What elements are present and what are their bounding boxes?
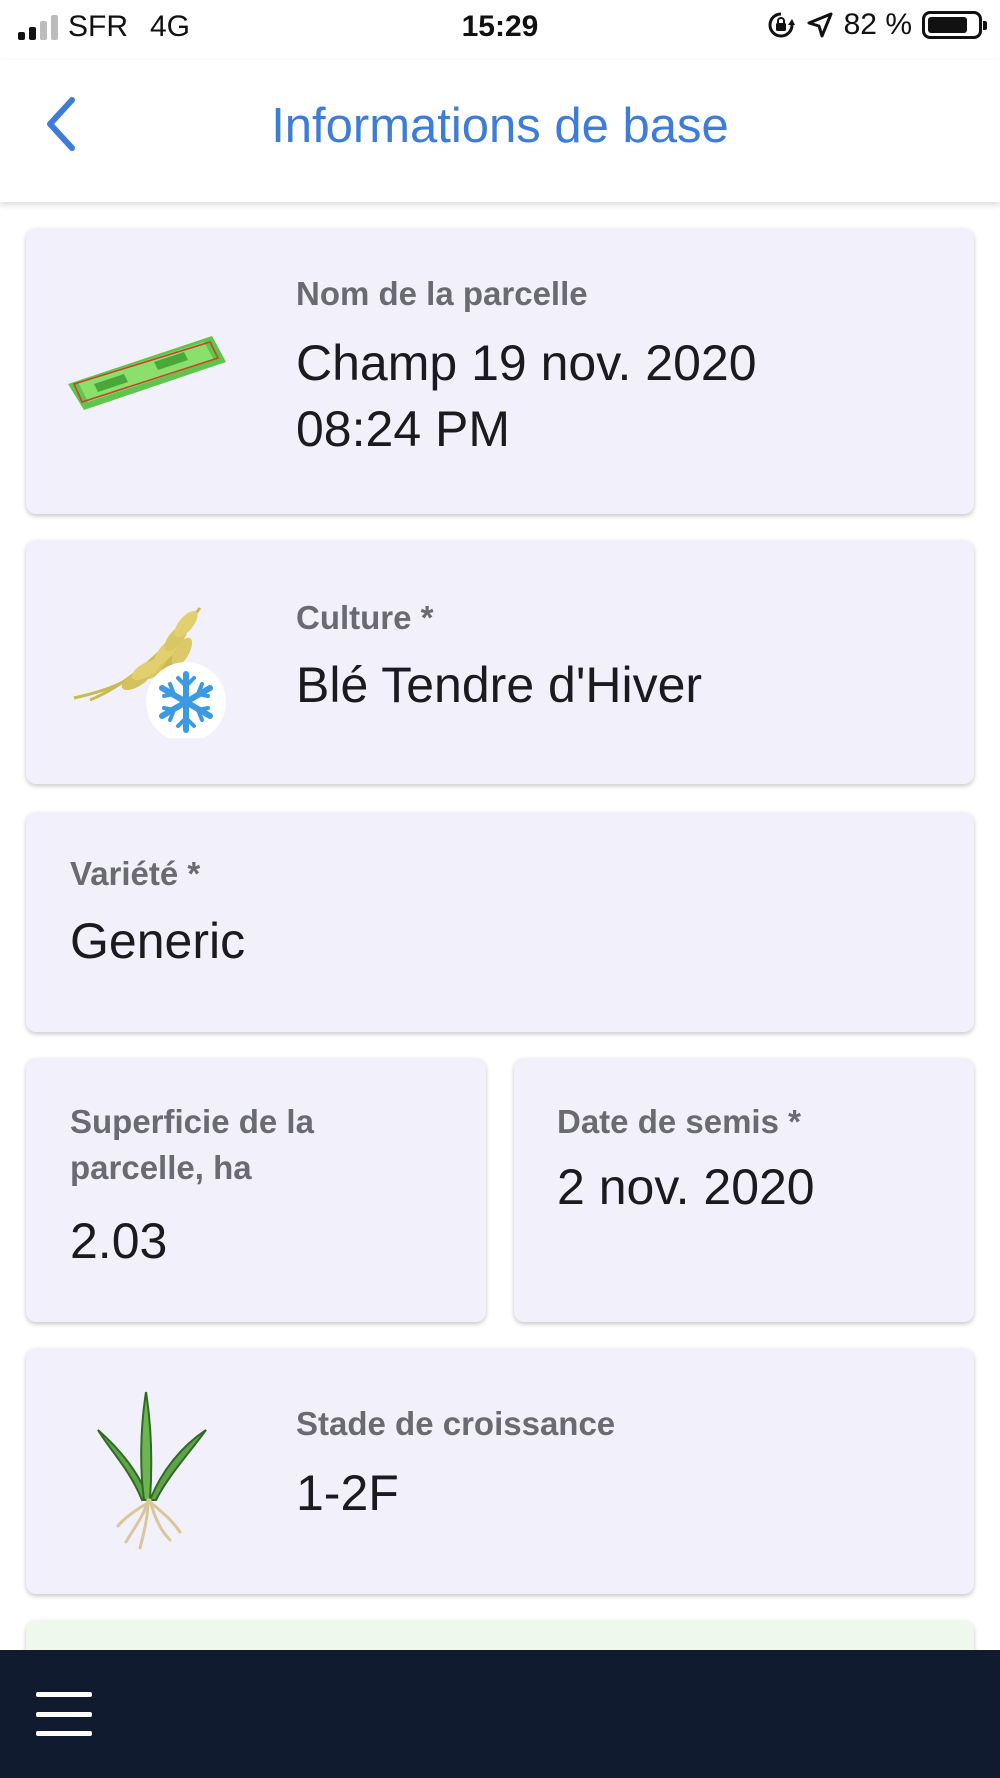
seedling-icon — [97, 1391, 207, 1550]
header: Informations de base — [0, 60, 1000, 202]
area-label-line1: Superficie de la — [70, 1103, 314, 1140]
variety-card[interactable]: Variété * Generic — [26, 812, 974, 1032]
hamburger-menu-icon[interactable] — [36, 1692, 92, 1736]
battery-icon — [922, 11, 987, 39]
parcel-name-value-line1: Champ 19 nov. 2020 — [296, 335, 757, 391]
battery-percent: 82 % — [843, 8, 912, 41]
bottom-bar — [0, 1650, 1000, 1778]
variety-value: Generic — [70, 913, 246, 969]
page-title: Informations de base — [271, 99, 729, 153]
crop-value: Blé Tendre d'Hiver — [296, 657, 703, 713]
sowing-date-label: Date de semis * — [557, 1103, 801, 1140]
content: Nom de la parcelle Champ 19 nov. 2020 08… — [0, 202, 1000, 1650]
sowing-date-value: 2 nov. 2020 — [557, 1159, 815, 1215]
sowing-date-card[interactable]: Date de semis * 2 nov. 2020 — [514, 1058, 974, 1322]
orientation-lock-icon — [768, 12, 795, 38]
next-card-partial[interactable] — [26, 1620, 974, 1650]
field-map-icon — [68, 336, 226, 410]
crop-label: Culture * — [296, 599, 434, 636]
growth-stage-label: Stade de croissance — [296, 1405, 616, 1442]
status-bar: SFR 4G 15:29 82 % — [0, 0, 1000, 56]
area-card[interactable]: Superficie de la parcelle, ha 2.03 — [26, 1058, 486, 1322]
growth-stage-value: 1-2F — [296, 1465, 399, 1521]
location-arrow-icon — [807, 12, 833, 38]
growth-stage-card[interactable]: Stade de croissance 1-2F — [26, 1348, 974, 1594]
crop-card[interactable]: Culture * Blé Tendre d'Hiver — [26, 540, 974, 784]
parcel-name-label: Nom de la parcelle — [296, 275, 588, 312]
area-label-line2: parcelle, ha — [70, 1149, 252, 1186]
parcel-name-value-line2: 08:24 PM — [296, 401, 511, 457]
status-right: 82 % — [766, 8, 987, 42]
variety-label: Variété * — [70, 855, 201, 892]
parcel-name-card[interactable]: Nom de la parcelle Champ 19 nov. 2020 08… — [26, 228, 974, 514]
area-value: 2.03 — [70, 1213, 168, 1269]
winter-wheat-icon — [73, 607, 226, 738]
